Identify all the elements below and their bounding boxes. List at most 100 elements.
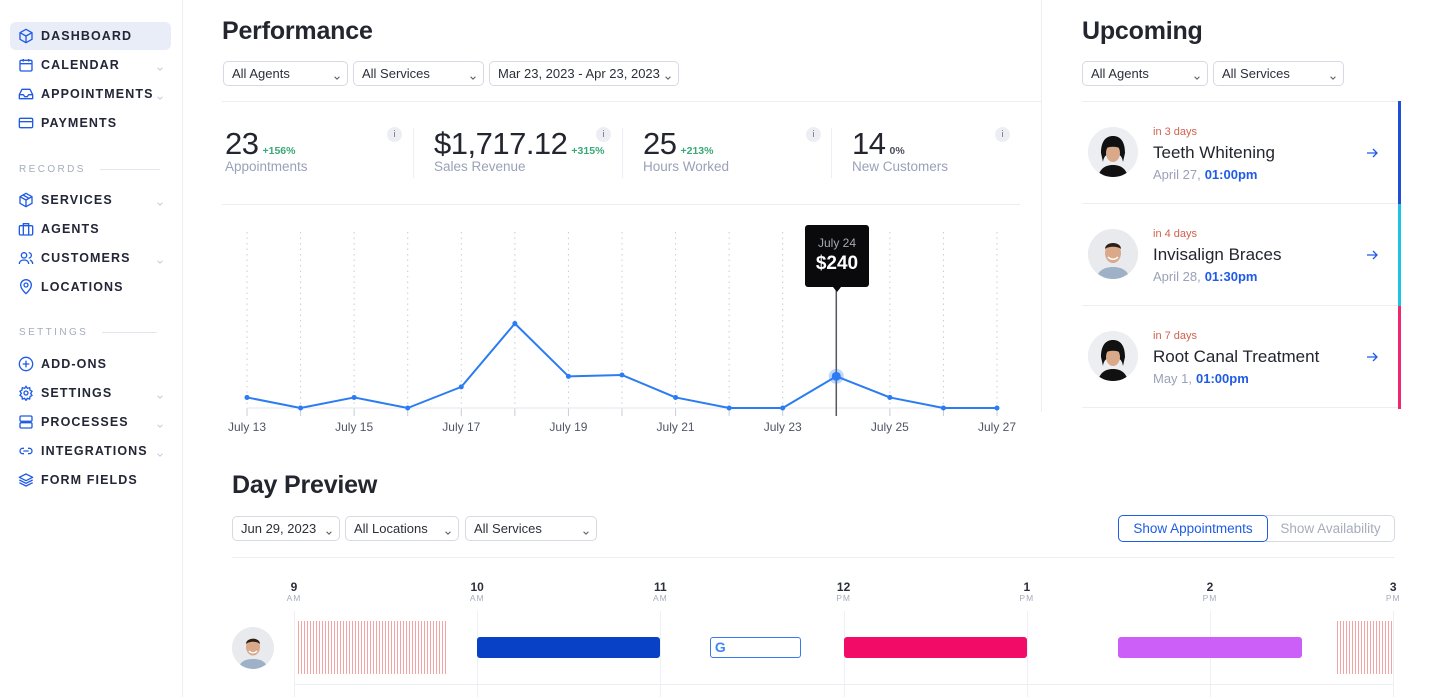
briefcase-icon (18, 221, 34, 237)
hour-meridiem: PM (1385, 593, 1401, 603)
map-pin-icon (18, 279, 34, 295)
hour-meridiem: PM (1202, 593, 1218, 603)
sidebar-item-customers[interactable]: CUSTOMERS (10, 244, 171, 272)
chevron-down-icon[interactable] (156, 417, 164, 428)
arrow-right-icon[interactable] (1366, 350, 1378, 362)
credit-card-icon (18, 115, 34, 131)
sidebar-item-label: INTEGRATIONS (41, 444, 148, 458)
data-point (673, 394, 679, 400)
x-tick-label: July 25 (871, 420, 909, 434)
tooltip-value: $240 (815, 253, 859, 274)
sidebar-item-calendar[interactable]: CALENDAR (10, 51, 171, 79)
info-icon[interactable]: i (596, 127, 611, 142)
appointment-block[interactable] (843, 637, 1027, 658)
stat-change: +213% (680, 145, 714, 157)
link-icon (18, 443, 34, 459)
revenue-line-chart: July 13 July 15 July 17 July 19 July 21 July … (228, 232, 1016, 434)
date-range-select-value: Mar 23, 2023 - Apr 23, 2023 (498, 66, 660, 81)
stat-label: Appointments (225, 159, 308, 174)
upcoming-color-bar (1398, 101, 1401, 204)
stat-label: New Customers (852, 159, 949, 174)
sidebar-item-agents[interactable]: AGENTS (10, 215, 171, 243)
google-calendar-event[interactable]: G (709, 637, 802, 658)
upcoming-when: in 3 days (1153, 126, 1198, 138)
chevron-down-icon[interactable] (156, 253, 164, 264)
info-icon[interactable]: i (387, 127, 402, 142)
show-appointments-button[interactable]: Show Appointments (1118, 515, 1268, 542)
sidebar-item-label: SERVICES (41, 193, 113, 207)
stat-hours-worked: 25 +213% Hours Worked (643, 126, 729, 182)
sidebar-item-locations[interactable]: LOCATIONS (10, 273, 171, 301)
data-point (994, 405, 1000, 411)
stat-change: +315% (571, 145, 605, 157)
chevron-down-icon[interactable] (156, 60, 164, 71)
divider (413, 128, 414, 178)
upcoming-color-bar (1398, 204, 1401, 306)
sidebar-item-label: PAYMENTS (41, 116, 118, 130)
data-point (298, 405, 304, 411)
sidebar-item-processes[interactable]: PROCESSES (10, 408, 171, 436)
show-availability-button[interactable]: Show Availability (1266, 515, 1395, 542)
divider (831, 128, 832, 178)
divider (622, 128, 623, 178)
plus-circle-icon (18, 356, 34, 372)
arrow-right-icon[interactable] (1366, 146, 1378, 158)
upcoming-datetime: May 1, 01:00pm (1153, 371, 1249, 386)
services-select[interactable]: All Services (353, 61, 484, 86)
services-select-value: All Services (474, 521, 542, 536)
chevron-down-icon (333, 70, 341, 80)
date-range-select[interactable]: Mar 23, 2023 - Apr 23, 2023 (489, 61, 679, 86)
data-point (780, 405, 786, 411)
chevron-down-icon[interactable] (156, 89, 164, 100)
upcoming-date: April 27, (1153, 167, 1201, 182)
sidebar-item-appointments[interactable]: APPOINTMENTS (10, 80, 171, 108)
settings-heading: SETTINGS (19, 327, 158, 338)
upcoming-when: in 4 days (1153, 228, 1198, 240)
sidebar-item-label: FORM FIELDS (41, 473, 138, 487)
upcoming-item[interactable]: in 7 days Root Canal Treatment May 1, 01:… (1082, 306, 1398, 408)
sidebar-item-payments[interactable]: PAYMENTS (10, 109, 171, 137)
sidebar-item-form-fields[interactable]: FORM FIELDS (10, 466, 171, 494)
chevron-down-icon (1193, 70, 1201, 80)
avatar (1088, 331, 1138, 381)
agents-select[interactable]: All Agents (223, 61, 348, 86)
appointment-block[interactable] (477, 637, 661, 658)
chevron-down-icon[interactable] (156, 388, 164, 399)
locations-select[interactable]: All Locations (345, 516, 459, 541)
chevron-down-icon (1329, 70, 1337, 80)
upcoming-item[interactable]: in 4 days Invisalign Braces April 28, 01:… (1082, 204, 1398, 306)
date-select[interactable]: Jun 29, 2023 (232, 516, 340, 541)
chevron-down-icon[interactable] (156, 195, 164, 206)
locations-select-value: All Locations (354, 521, 428, 536)
data-point (940, 405, 946, 411)
stat-change: +156% (262, 145, 296, 157)
x-tick-label: July 27 (978, 420, 1016, 434)
divider (222, 101, 1041, 102)
upcoming-services-select[interactable]: All Services (1213, 61, 1344, 86)
chevron-down-icon[interactable] (156, 446, 164, 457)
upcoming-time: 01:00pm (1196, 371, 1249, 386)
hour-meridiem: AM (469, 593, 485, 603)
sidebar-item-integrations[interactable]: INTEGRATIONS (10, 437, 171, 465)
stat-sales-revenue: $1,717.12 +315% Sales Revenue (434, 126, 604, 182)
arrow-right-icon[interactable] (1366, 248, 1378, 260)
info-icon[interactable]: i (806, 127, 821, 142)
avatar (1088, 127, 1138, 177)
appointment-block[interactable] (1118, 637, 1302, 658)
day-services-select[interactable]: All Services (465, 516, 597, 541)
upcoming-date: April 28, (1153, 269, 1201, 284)
services-select-value: All Services (1222, 66, 1290, 81)
data-point (726, 405, 732, 411)
sidebar-item-settings[interactable]: SETTINGS (10, 379, 171, 407)
chevron-down-icon (582, 525, 590, 535)
upcoming-agents-select[interactable]: All Agents (1082, 61, 1208, 86)
info-icon[interactable]: i (995, 127, 1010, 142)
upcoming-item[interactable]: in 3 days Teeth Whitening April 27, 01:00… (1082, 102, 1398, 204)
agent-avatar[interactable] (232, 627, 274, 669)
records-heading-label: RECORDS (19, 164, 86, 175)
sidebar-item-dashboard[interactable]: DASHBOARD (10, 22, 171, 50)
data-point (244, 394, 250, 400)
sidebar-item-services[interactable]: SERVICES (10, 186, 171, 214)
sidebar-item-add-ons[interactable]: ADD-ONS (10, 350, 171, 378)
hour-meridiem: AM (286, 593, 302, 603)
